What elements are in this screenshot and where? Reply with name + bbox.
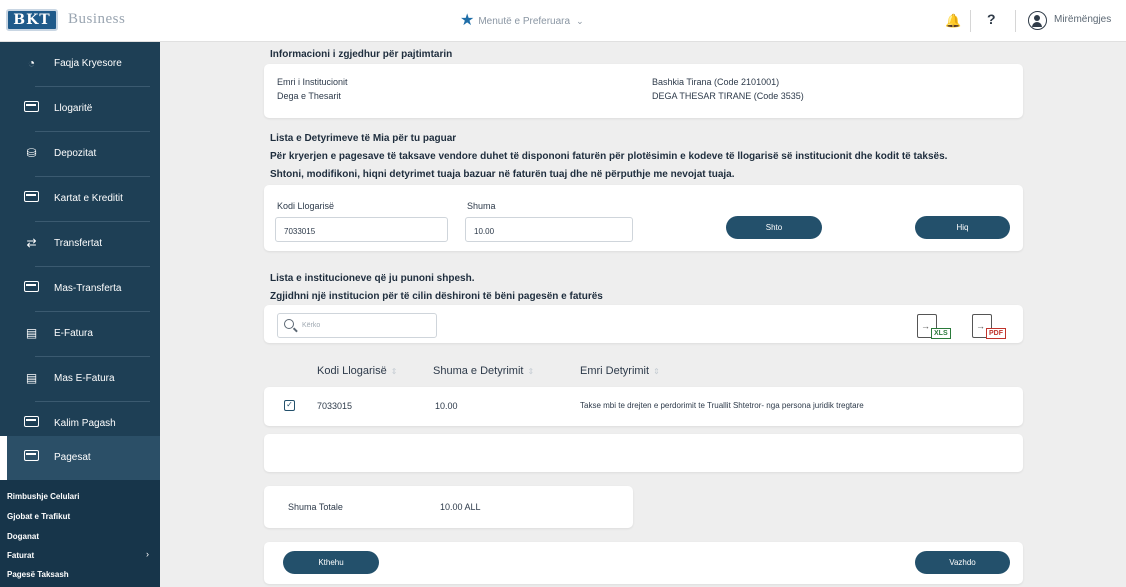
arrow-icon: →	[921, 321, 930, 331]
arrow-icon: →	[976, 321, 985, 331]
bell-icon[interactable]: 🔔	[945, 13, 961, 29]
column-account-code[interactable]: Kodi Llogarisë ⇕	[317, 365, 397, 377]
obligations-instructions: Për kryerjen e pagesave të taksave vendo…	[270, 151, 948, 162]
favorites-menu[interactable]: ★ Menutë e Preferuara ⌄	[460, 12, 584, 30]
export-pdf-button[interactable]: → PDF	[972, 314, 1006, 339]
column-label: Emri Detyrimit	[580, 365, 650, 377]
sidebar-item-e-invoice[interactable]: ▤ E-Fatura	[0, 312, 160, 356]
card-icon	[23, 191, 40, 205]
info-title: Informacioni i zgjedhur për pajtimtarin	[270, 49, 453, 60]
deposit-icon: ⛁	[26, 146, 37, 160]
top-bar: BKT Business ★ Menutë e Preferuara ⌄ 🔔 ?…	[0, 0, 1126, 42]
sidebar-item-label: Kalim Pagash	[54, 418, 116, 429]
divider	[970, 10, 971, 32]
sort-icon: ⇕	[653, 367, 660, 376]
remove-button[interactable]: Hiq	[915, 216, 1010, 239]
payments-submenu: Rimbushje Celulari Gjobat e Trafikut Dog…	[0, 480, 160, 587]
invoice-icon: ▤	[25, 326, 38, 340]
xls-label: XLS	[931, 328, 951, 339]
sidebar-item-payments[interactable]: Pagesat	[0, 436, 160, 480]
table-row[interactable]: 7033015 10.00 Takse mbi te drejten e per…	[264, 387, 1023, 426]
favorites-label: Menutë e Preferuara	[478, 15, 571, 27]
search-input[interactable]: Kërko	[277, 313, 437, 338]
total-value: 10.00 ALL	[440, 502, 481, 512]
sidebar-item-transfers[interactable]: ⇄ Transfertat	[0, 222, 160, 266]
account-code-label: Kodi Llogarisë	[277, 201, 335, 211]
invoice-icon: ▤	[25, 371, 38, 385]
user-icon[interactable]	[1028, 11, 1047, 30]
pdf-label: PDF	[986, 328, 1006, 339]
column-label: Kodi Llogarisë	[317, 365, 387, 377]
sidebar-item-label: Depozitat	[54, 148, 97, 159]
search-placeholder: Kërko	[302, 322, 321, 329]
card-icon	[23, 450, 40, 464]
sidebar-item-label: Llogaritë	[54, 103, 93, 114]
sort-icon: ⇕	[527, 367, 535, 376]
sidebar-item-label: E-Fatura	[54, 328, 93, 339]
sidebar-item-accounts[interactable]: Llogaritë	[0, 87, 160, 131]
sidebar-item-label: Pagesat	[54, 452, 91, 463]
search-icon	[284, 319, 294, 329]
sidebar-item-home[interactable]: ◔ Faqja Kryesore	[0, 42, 160, 86]
chevron-right-icon: ›	[146, 549, 149, 559]
bkt-logo[interactable]: BKT	[6, 9, 58, 31]
back-button[interactable]: Kthehu	[283, 551, 379, 574]
branch-label: Dega e Thesarit	[277, 91, 341, 101]
total-label: Shuma Totale	[288, 502, 343, 512]
add-button[interactable]: Shto	[726, 216, 822, 239]
sidebar-item-label: Transfertat	[54, 238, 102, 249]
submenu-invoices[interactable]: Faturat	[7, 551, 34, 560]
card-icon	[23, 101, 40, 115]
sidebar: ◔ Faqja Kryesore Llogaritë ⛁ Depozitat K…	[0, 42, 160, 587]
sidebar-item-label: Faqja Kryesore	[54, 58, 122, 69]
sidebar-item-mass-e-invoice[interactable]: ▤ Mas E-Fatura	[0, 357, 160, 401]
institutions-subtitle: Zgjidhni një institucion për të cilin dë…	[270, 291, 603, 302]
card-icon	[23, 281, 40, 295]
home-icon: ◔	[27, 56, 36, 70]
sidebar-item-label: Kartat e Kreditit	[54, 193, 123, 204]
amount-input[interactable]: 10.00	[465, 217, 633, 242]
product-name: Business	[68, 11, 126, 27]
column-obligation-name[interactable]: Emri Detyrimit ⇕	[580, 365, 660, 377]
institutions-title: Lista e institucioneve që ju punoni shpe…	[270, 273, 475, 284]
row-account-code: 7033015	[317, 401, 353, 411]
total-panel: Shuma Totale 10.00 ALL	[264, 486, 633, 528]
column-obligation-amount[interactable]: Shuma e Detyrimit ⇕	[433, 365, 534, 377]
continue-button[interactable]: Vazhdo	[915, 551, 1010, 574]
star-icon: ★	[460, 12, 475, 29]
obligations-title: Lista e Detyrimeve të Mia për tu paguar	[270, 133, 457, 144]
footer-panel: Kthehu Vazhdo	[264, 542, 1023, 584]
card-icon	[23, 416, 40, 430]
row-obligation-name: Takse mbi te drejten e perdorimit te Tru…	[580, 401, 864, 410]
help-button[interactable]: ?	[987, 11, 996, 27]
empty-row	[264, 434, 1023, 472]
transfer-icon: ⇄	[26, 236, 37, 250]
sort-icon: ⇕	[390, 367, 398, 376]
sidebar-item-deposits[interactable]: ⛁ Depozitat	[0, 132, 160, 176]
sidebar-item-label: Mas-Transferta	[54, 283, 122, 294]
chevron-down-icon: ⌄	[576, 15, 584, 26]
column-label: Shuma e Detyrimit	[433, 365, 524, 377]
sidebar-item-label: Mas E-Fatura	[54, 373, 115, 384]
row-checkbox[interactable]: ✓	[284, 400, 295, 411]
obligations-instructions-2: Shtoni, modifikoni, hiqni detyrimet tuaj…	[270, 169, 735, 180]
amount-label: Shuma	[467, 201, 496, 211]
row-amount: 10.00	[435, 401, 458, 411]
submenu-tax-payment[interactable]: Pagesë Taksash	[7, 570, 69, 579]
submenu-customs[interactable]: Doganat	[7, 532, 39, 541]
sidebar-item-mass-transfers[interactable]: Mas-Transferta	[0, 267, 160, 311]
institution-value: Bashkia Tirana (Code 2101001)	[652, 77, 780, 87]
greeting: Mirëmëngjes	[1054, 14, 1112, 25]
institution-label: Emri i Institucionit	[277, 77, 348, 87]
submenu-traffic-fines[interactable]: Gjobat e Trafikut	[7, 512, 70, 521]
submenu-mobile-topup[interactable]: Rimbushje Celulari	[7, 492, 79, 501]
branch-value: DEGA THESAR TIRANE (Code 3535)	[652, 91, 804, 101]
account-code-input[interactable]: 7033015	[275, 217, 448, 242]
export-xls-button[interactable]: → XLS	[917, 314, 951, 339]
obligation-form: Kodi Llogarisë Shuma 7033015 10.00 Shto …	[264, 185, 1023, 251]
sidebar-item-credit-cards[interactable]: Kartat e Kreditit	[0, 177, 160, 221]
divider	[1015, 10, 1016, 32]
info-panel: Emri i Institucionit Dega e Thesarit Bas…	[264, 64, 1023, 118]
